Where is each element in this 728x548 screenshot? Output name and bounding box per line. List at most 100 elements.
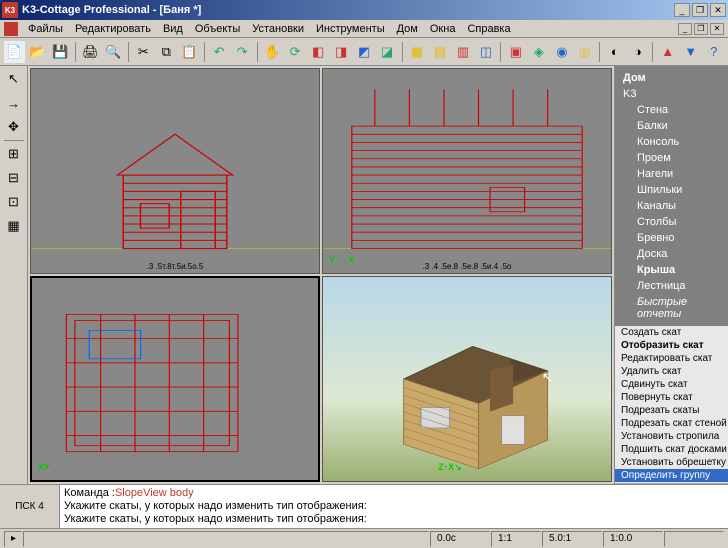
menu-windows[interactable]: Окна — [424, 21, 462, 37]
doc-close-button[interactable]: ✕ — [710, 23, 724, 35]
cmd-prefix: Команда : — [64, 487, 115, 499]
viewport-label: .3 .5т.8т.5и.5о.5 — [147, 262, 204, 271]
menu-edit[interactable]: Редактировать — [69, 21, 157, 37]
tree-item[interactable]: Балки — [619, 118, 724, 134]
cube-icon[interactable]: ◧ — [308, 41, 329, 63]
status-scale3[interactable]: 1:0.0 — [603, 531, 663, 547]
toolbar-icon[interactable]: ▲ — [657, 41, 678, 63]
toolbar-icon[interactable]: ◉ — [551, 41, 572, 63]
status-time: 0.0с — [430, 531, 490, 547]
rotate-icon[interactable]: ⟳ — [285, 41, 306, 63]
toolbar-icon[interactable]: ◪ — [377, 41, 398, 63]
arrow-right-icon[interactable]: → — [3, 92, 25, 114]
command-item[interactable]: Создать скат — [615, 326, 728, 339]
menu-help[interactable]: Справка — [461, 21, 516, 37]
command-area: ПСК 4 Команда :SlopeView body Укажите ск… — [0, 484, 728, 528]
grid1-icon[interactable]: ⊞ — [3, 143, 25, 165]
doc-restore-button[interactable]: ❐ — [694, 23, 708, 35]
maximize-button[interactable]: ❐ — [692, 3, 708, 17]
cut-icon[interactable]: ✂ — [133, 41, 154, 63]
help-icon[interactable]: ? — [703, 41, 724, 63]
open-icon[interactable]: 📂 — [27, 41, 48, 63]
toolbar-icon[interactable]: ◑ — [627, 41, 648, 63]
toolbar-icon[interactable]: ◫ — [475, 41, 496, 63]
tree-item[interactable]: Стена — [619, 102, 724, 118]
viewport-plan[interactable]: XY — [30, 276, 320, 482]
viewport-front[interactable]: .3 .5т.8т.5и.5о.5 — [30, 68, 320, 274]
tree-item[interactable]: Столбы — [619, 214, 724, 230]
tree-item[interactable]: Шпильки — [619, 182, 724, 198]
tree-item[interactable]: Доска — [619, 246, 724, 262]
cmd-prompt: Укажите скаты, у которых надо изменить т… — [64, 513, 724, 526]
paste-icon[interactable]: 📋 — [179, 41, 200, 63]
grid3-icon[interactable]: ⊡ — [3, 191, 25, 213]
toolbar-icon[interactable]: ◈ — [528, 41, 549, 63]
axis-label: XY — [38, 462, 50, 472]
tree-item[interactable]: Лестница — [619, 278, 724, 294]
new-icon[interactable]: 📄 — [4, 41, 25, 63]
tree-item[interactable]: Быстрые отчеты — [619, 294, 724, 322]
toolbar-icon[interactable]: ▥ — [452, 41, 473, 63]
viewport-side[interactable]: Y↑→X .3 .4 .5е.8 .5е.8 .5и.4 .5о — [322, 68, 612, 274]
viewport-label: .3 .4 .5е.8 .5е.8 .5и.4 .5о — [423, 262, 512, 271]
status-icon[interactable]: ▸ — [4, 531, 22, 547]
ucs-label: ПСК 4 — [0, 485, 60, 528]
cmd-text: SlopeView body — [115, 487, 194, 499]
doc-minimize-button[interactable]: _ — [678, 23, 692, 35]
tree-item[interactable]: Крыша — [619, 262, 724, 278]
tree-item[interactable]: Консоль — [619, 134, 724, 150]
tree-item[interactable]: Нагели — [619, 166, 724, 182]
minimize-button[interactable]: _ — [674, 3, 690, 17]
command-item[interactable]: Подшить скат досками — [615, 443, 728, 456]
menu-settings[interactable]: Установки — [246, 21, 310, 37]
command-item[interactable]: Сдвинуть скат — [615, 378, 728, 391]
menu-view[interactable]: Вид — [157, 21, 189, 37]
toolbar-icon[interactable]: ▼ — [680, 41, 701, 63]
status-scale2[interactable]: 5.0:1 — [542, 531, 602, 547]
tree-item[interactable]: Проем — [619, 150, 724, 166]
print-icon[interactable]: 🖨 — [80, 41, 101, 63]
command-item[interactable]: Подрезать скат стеной — [615, 417, 728, 430]
command-log[interactable]: Команда :SlopeView body Укажите скаты, у… — [60, 485, 728, 528]
copy-icon[interactable]: ⧉ — [156, 41, 177, 63]
command-item[interactable]: Установить обрешетку — [615, 456, 728, 469]
menu-tools[interactable]: Инструменты — [310, 21, 391, 37]
command-item[interactable]: Определить группу — [615, 469, 728, 482]
menu-house[interactable]: Дом — [391, 21, 424, 37]
toolbar-icon[interactable]: ◐ — [604, 41, 625, 63]
tree-title[interactable]: Дом — [619, 70, 724, 86]
preview-icon[interactable]: 🔍 — [103, 41, 124, 63]
redo-icon[interactable]: ↷ — [232, 41, 253, 63]
hand-icon[interactable]: ✋ — [262, 41, 283, 63]
toolbar-icon[interactable]: ▤ — [430, 41, 451, 63]
save-icon[interactable]: 💾 — [50, 41, 71, 63]
grid2-icon[interactable]: ⊟ — [3, 167, 25, 189]
menu-bar: Файлы Редактировать Вид Объекты Установк… — [0, 20, 728, 38]
command-item[interactable]: Редактировать скат — [615, 352, 728, 365]
toolbar-icon[interactable]: ▦ — [407, 41, 428, 63]
status-scale1[interactable]: 1:1 — [491, 531, 541, 547]
close-button[interactable]: ✕ — [710, 3, 726, 17]
left-toolbar: ↖ → ✥ ⊞ ⊟ ⊡ ▦ — [0, 66, 28, 484]
toolbar-icon[interactable]: ◎ — [574, 41, 595, 63]
command-item[interactable]: Установить стропила — [615, 430, 728, 443]
viewports: .3 .5т.8т.5и.5о.5 — [28, 66, 614, 484]
command-item[interactable]: Подрезать скаты — [615, 404, 728, 417]
tree-item[interactable]: Бревно — [619, 230, 724, 246]
move-icon[interactable]: ✥ — [3, 116, 25, 138]
menu-objects[interactable]: Объекты — [189, 21, 246, 37]
menu-files[interactable]: Файлы — [22, 21, 69, 37]
viewport-3d[interactable]: ↖ Z↑X↘ — [322, 276, 612, 482]
grid4-icon[interactable]: ▦ — [3, 215, 25, 237]
undo-icon[interactable]: ↶ — [209, 41, 230, 63]
toolbar-icon[interactable]: ▣ — [505, 41, 526, 63]
tree-item[interactable]: Каналы — [619, 198, 724, 214]
app-icon: K3 — [2, 2, 18, 18]
toolbar-icon[interactable]: ◨ — [331, 41, 352, 63]
cursor-icon[interactable]: ↖ — [3, 68, 25, 90]
toolbar-icon[interactable]: ◩ — [354, 41, 375, 63]
tree-subtitle[interactable]: K3 — [619, 86, 724, 102]
command-item[interactable]: Отобразить скат — [615, 339, 728, 352]
command-item[interactable]: Повернуть скат — [615, 391, 728, 404]
command-item[interactable]: Удалить скат — [615, 365, 728, 378]
